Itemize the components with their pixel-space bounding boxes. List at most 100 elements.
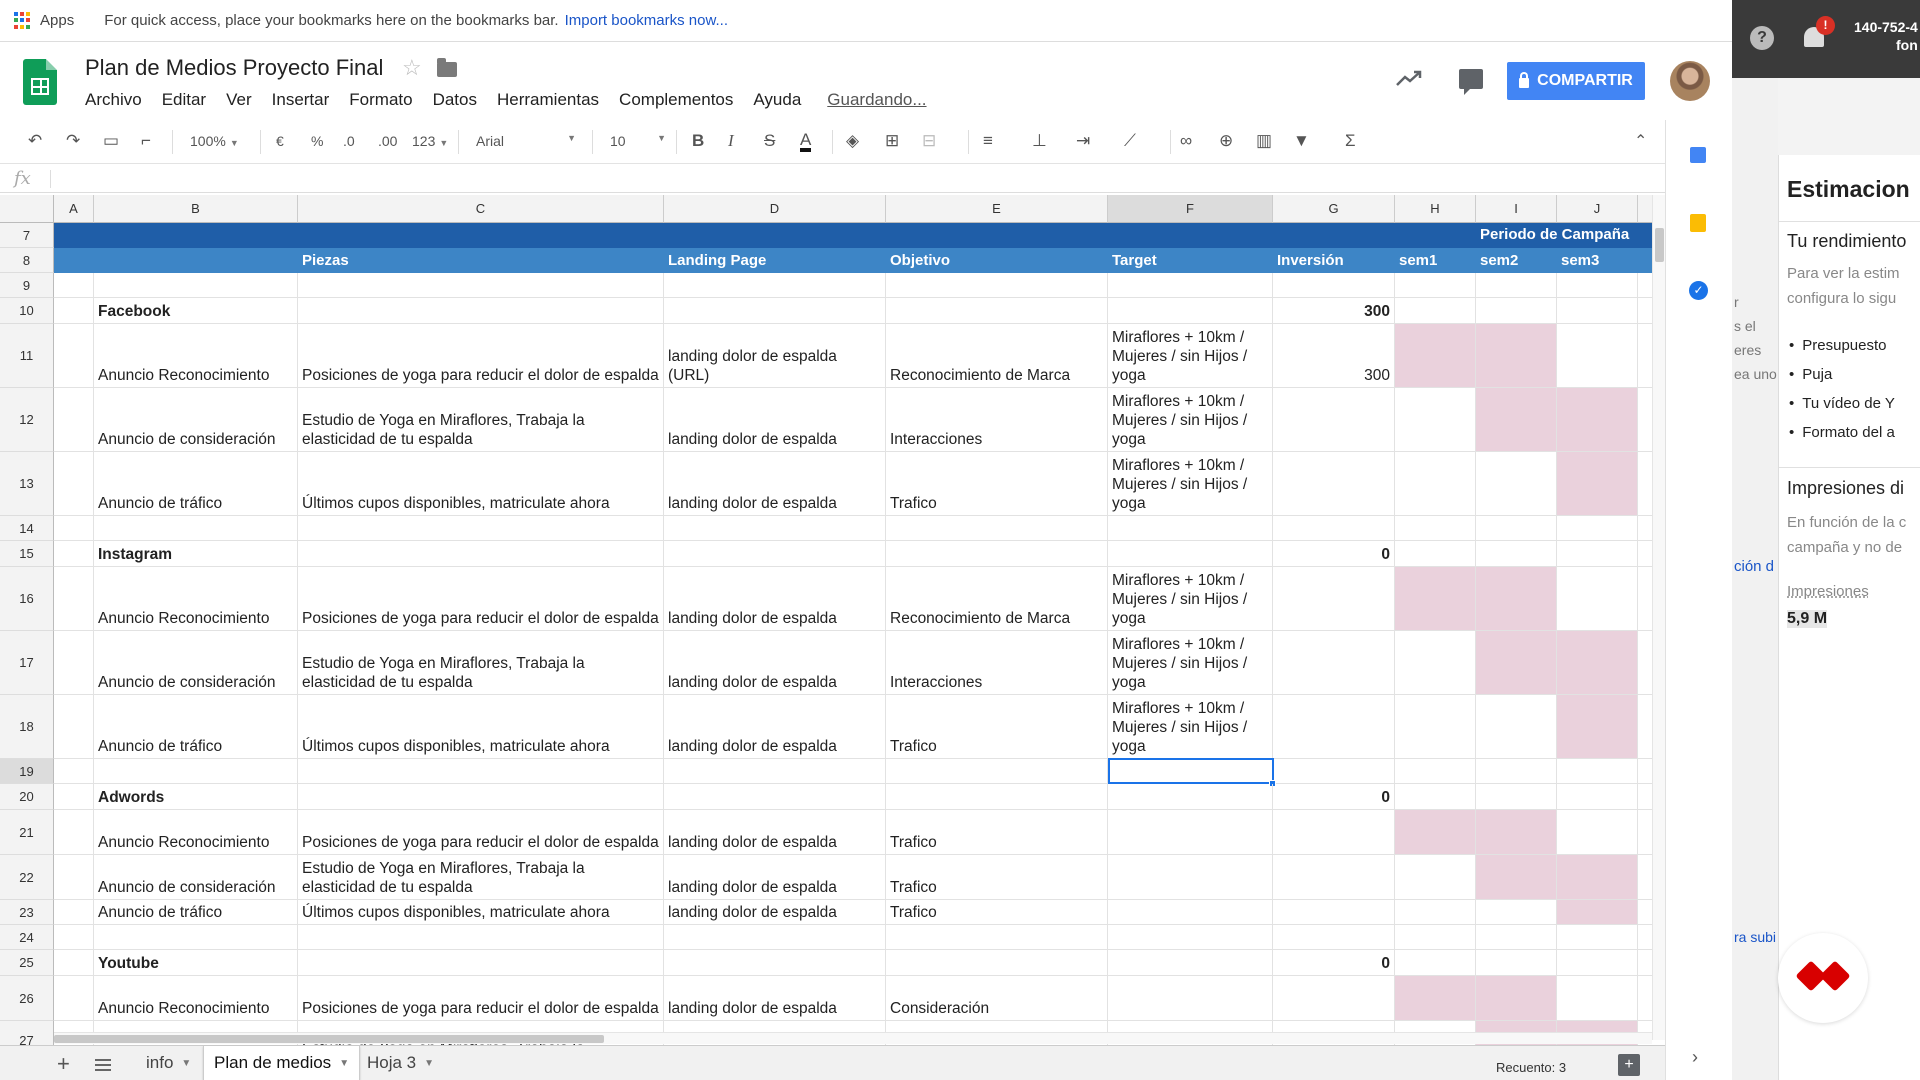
align-horizontal-icon[interactable]: ≡ [983, 131, 993, 151]
cell-c[interactable]: Posiciones de yoga para reducir el dolor… [298, 810, 664, 855]
cell[interactable] [1476, 784, 1557, 810]
cell-f[interactable]: Miraflores + 10km / Mujeres / sin Hijos … [1108, 695, 1273, 759]
group-name-cell[interactable]: Youtube [94, 950, 298, 976]
cell[interactable] [54, 784, 94, 810]
cell-f[interactable]: Miraflores + 10km / Mujeres / sin Hijos … [1108, 567, 1273, 631]
week-cell[interactable] [1557, 631, 1638, 695]
sheet-tab-hoja-3[interactable]: Hoja 3 ▼ [357, 1046, 444, 1080]
menu-formato[interactable]: Formato [349, 90, 412, 110]
cell[interactable] [298, 223, 664, 248]
cell[interactable] [1395, 273, 1476, 298]
all-sheets-icon[interactable] [95, 1059, 111, 1071]
column-header-d[interactable]: D [664, 195, 886, 223]
cell[interactable] [1395, 541, 1476, 567]
cell[interactable] [1557, 950, 1638, 976]
cell[interactable] [664, 950, 886, 976]
cell[interactable] [886, 223, 1108, 248]
cell-d[interactable]: landing dolor de espalda [664, 695, 886, 759]
count-status[interactable]: Recuento: 3 [1496, 1060, 1566, 1075]
row-header[interactable]: 11 [0, 324, 54, 388]
week-cell[interactable] [1395, 388, 1476, 452]
cell[interactable] [1108, 223, 1273, 248]
header-cell[interactable] [54, 248, 94, 273]
share-button[interactable]: COMPARTIR [1507, 62, 1645, 100]
menu-insertar[interactable]: Insertar [272, 90, 330, 110]
row-header[interactable]: 16 [0, 567, 54, 631]
row-header[interactable]: 7 [0, 223, 54, 248]
group-name-cell[interactable]: Facebook [94, 298, 298, 324]
cell[interactable] [1638, 631, 1652, 695]
keep-icon[interactable] [1690, 214, 1706, 232]
cell[interactable] [886, 273, 1108, 298]
cell-b[interactable]: Anuncio de consideración [94, 855, 298, 900]
cell[interactable] [1638, 298, 1652, 324]
menu-archivo[interactable]: Archivo [85, 90, 142, 110]
week-cell[interactable] [1395, 452, 1476, 516]
cell-c[interactable]: Posiciones de yoga para reducir el dolor… [298, 567, 664, 631]
cell[interactable] [94, 925, 298, 950]
cell-c[interactable]: Últimos cupos disponibles, matriculate a… [298, 900, 664, 925]
cell-e[interactable]: Interacciones [886, 631, 1108, 695]
cell[interactable] [1557, 541, 1638, 567]
tasks-icon[interactable]: ✓ [1689, 281, 1708, 300]
investment-cell[interactable]: 300 [1273, 324, 1395, 388]
cell[interactable] [1273, 516, 1395, 541]
cell[interactable] [1638, 810, 1652, 855]
menu-herramientas[interactable]: Herramientas [497, 90, 599, 110]
cell[interactable] [1638, 784, 1652, 810]
cell-e[interactable]: Trafico [886, 452, 1108, 516]
cell[interactable] [1638, 950, 1652, 976]
cell[interactable] [1638, 925, 1652, 950]
filter-icon[interactable]: ▼ [1293, 131, 1310, 151]
undo-icon[interactable]: ↶ [28, 131, 42, 151]
help-icon[interactable]: ? [1750, 26, 1774, 50]
week-cell[interactable] [1557, 695, 1638, 759]
cell[interactable] [54, 631, 94, 695]
week-cell[interactable] [1476, 695, 1557, 759]
add-sheet-button[interactable]: + [57, 1051, 70, 1077]
cell-e[interactable]: Interacciones [886, 388, 1108, 452]
row-header[interactable]: 10 [0, 298, 54, 324]
cell-b[interactable]: Anuncio de consideración [94, 388, 298, 452]
sheet-tab-info[interactable]: info ▼ [136, 1046, 201, 1080]
column-header-j[interactable]: J [1557, 195, 1638, 223]
cell[interactable] [1557, 784, 1638, 810]
week-cell[interactable] [1557, 567, 1638, 631]
cell-e[interactable]: Consideración [886, 976, 1108, 1021]
decrease-decimal[interactable]: .0 [343, 133, 355, 149]
investment-cell[interactable] [1273, 695, 1395, 759]
row-header[interactable]: 15 [0, 541, 54, 567]
insert-comment-icon[interactable]: ⊕ [1219, 131, 1233, 151]
week-cell[interactable] [1395, 855, 1476, 900]
week-cell[interactable] [1557, 324, 1638, 388]
cell-d[interactable]: landing dolor de espalda [664, 567, 886, 631]
row-header[interactable]: 22 [0, 855, 54, 900]
week-cell[interactable] [1476, 855, 1557, 900]
cell[interactable] [1638, 324, 1652, 388]
investment-cell[interactable] [1273, 855, 1395, 900]
cell[interactable] [1273, 925, 1395, 950]
week-cell[interactable] [1395, 900, 1476, 925]
cell[interactable] [1273, 223, 1395, 248]
cell[interactable] [1638, 759, 1652, 784]
cell[interactable] [54, 810, 94, 855]
italic-button[interactable]: I [728, 131, 734, 151]
cell[interactable] [664, 784, 886, 810]
cell-d[interactable]: landing dolor de espalda [664, 900, 886, 925]
cell-d[interactable]: landing dolor de espalda [664, 452, 886, 516]
cell[interactable] [1638, 695, 1652, 759]
cell-e[interactable]: Trafico [886, 855, 1108, 900]
comments-icon[interactable] [1459, 69, 1483, 95]
import-bookmarks-link[interactable]: Import bookmarks now... [565, 12, 728, 29]
menu-datos[interactable]: Datos [433, 90, 477, 110]
account-info[interactable]: 140-752-4 fon [1854, 18, 1918, 54]
document-title[interactable]: Plan de Medios Proyecto Final [85, 55, 383, 81]
cell[interactable] [1108, 784, 1273, 810]
cell-d[interactable]: landing dolor de espalda [664, 810, 886, 855]
column-header-c[interactable]: C [298, 195, 664, 223]
row-header[interactable]: 18 [0, 695, 54, 759]
cell[interactable] [1108, 541, 1273, 567]
week-cell[interactable] [1395, 810, 1476, 855]
cell-b[interactable]: Anuncio Reconocimiento [94, 324, 298, 388]
cell[interactable] [1638, 388, 1652, 452]
